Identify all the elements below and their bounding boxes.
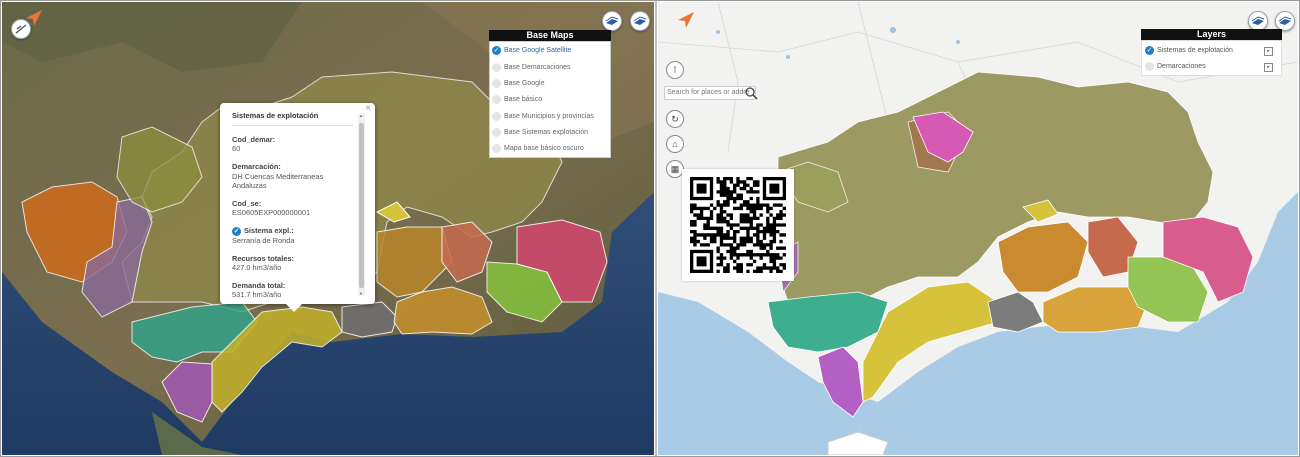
scroll-up-arrow[interactable]: ▲ (359, 113, 363, 118)
panel-divider (655, 1, 657, 456)
popup-fields: Cod_demar: 60 Demarcación: DH Cuencas Me… (232, 135, 352, 309)
qr-icon: ▦ (670, 164, 680, 174)
field-value-cod-se: ES0605EXP000000001 (232, 208, 311, 218)
compass-icon[interactable] (676, 10, 696, 30)
layers-icon (1251, 16, 1265, 25)
qr-code-image (690, 177, 786, 273)
layer-switch-button-1[interactable] (602, 11, 622, 31)
layers-panel: ✓ Sistemas de explotación ▸ Demarcaciones… (1141, 40, 1282, 76)
check-icon: ✓ (232, 226, 241, 236)
radio-icon (492, 63, 501, 72)
layer-sistemas-explotacion[interactable]: ✓ Sistemas de explotación (1145, 46, 1233, 55)
popup-divider (232, 125, 353, 126)
layers-icon (605, 16, 619, 25)
ruler-icon: ⊺ (672, 65, 678, 75)
radio-icon (492, 95, 501, 104)
measure-tool-button[interactable]: ⊺ (666, 61, 684, 79)
field-value-demarcacion: DH Cuencas Mediterraneas Andaluzas (232, 171, 324, 190)
app-frame: Sistemas de explotación × Cod_demar: 60 … (0, 0, 1300, 457)
field-value-demanda: 531.7 hm3/año (232, 290, 282, 300)
feature-popup[interactable]: Sistemas de explotación × Cod_demar: 60 … (220, 103, 375, 312)
field-label-cod-se: Cod_se: (232, 199, 262, 209)
layers-header: Layers (1141, 29, 1282, 40)
field-value-recursos: 427.0 hm3/año (232, 263, 282, 273)
layer-switch-button-2[interactable] (630, 11, 650, 31)
search-icon[interactable] (744, 86, 758, 100)
layer-expand-icon[interactable]: ▸ (1264, 63, 1273, 72)
field-value-cod-demar: 60 (232, 144, 241, 154)
check-icon: ✓ (492, 46, 501, 55)
checkbox-icon (1145, 62, 1154, 71)
satellite-map-panel[interactable]: Sistemas de explotación × Cod_demar: 60 … (2, 2, 654, 455)
layers-icon (1278, 16, 1292, 25)
basemap-municipios[interactable]: Base Municipios y provincias (492, 112, 594, 121)
radio-icon (492, 128, 501, 137)
home-icon: ⌂ (672, 139, 678, 149)
layer-switch-button-1[interactable] (1248, 11, 1268, 31)
basemap-demarcaciones[interactable]: Base Demarcaciones (492, 63, 571, 72)
radio-icon (492, 79, 501, 88)
basemap-google[interactable]: Base Google (492, 79, 544, 88)
field-label-demanda: Demanda total: (232, 281, 286, 291)
basemap-basico[interactable]: Base básico (492, 95, 542, 104)
basic-map-panel[interactable]: ⊺ Search for places or addre ↻ ⌂ ▦ Layer… (658, 2, 1298, 455)
field-label-sistema[interactable]: ✓ Sistema expl.: (232, 226, 352, 236)
home-button[interactable]: ⌂ (666, 135, 684, 153)
base-maps-panel: ✓ Base Google Satellite Base Demarcacione… (489, 41, 611, 158)
popup-close-button[interactable]: × (365, 103, 371, 114)
popup-title: Sistemas de explotación (232, 111, 319, 120)
refresh-icon: ↻ (671, 114, 679, 124)
field-label-cod-demar: Cod_demar: (232, 135, 276, 144)
radio-icon (492, 144, 501, 153)
field-label-recursos: Recursos totales: (232, 253, 295, 263)
scroll-down-arrow[interactable]: ▼ (359, 291, 363, 296)
layers-icon (633, 16, 647, 25)
compass-icon[interactable] (24, 8, 44, 28)
layer-demarcaciones[interactable]: Demarcaciones (1145, 62, 1206, 71)
qr-code-panel (682, 169, 794, 281)
place-search-input[interactable]: Search for places or addre (664, 86, 756, 100)
field-value-sistema: Serranía de Ronda (232, 235, 295, 245)
basemap-sistemas[interactable]: Base Sistemas explotación (492, 128, 588, 137)
radio-icon (492, 112, 501, 121)
layer-switch-button-2[interactable] (1275, 11, 1295, 31)
basemap-google-satellite[interactable]: ✓ Base Google Satellite (492, 46, 571, 55)
popup-scrollbar[interactable]: ▲ ▼ (358, 113, 365, 296)
basemap-oscuro[interactable]: Mapa base básico oscuro (492, 144, 584, 153)
popup-scroll-thumb[interactable] (359, 123, 364, 288)
field-label-demarcacion: Demarcación: (232, 162, 281, 172)
refresh-button[interactable]: ↻ (666, 110, 684, 128)
layer-expand-icon[interactable]: ▸ (1264, 47, 1273, 56)
base-maps-header: Base Maps (489, 30, 611, 41)
check-icon: ✓ (1145, 46, 1154, 55)
